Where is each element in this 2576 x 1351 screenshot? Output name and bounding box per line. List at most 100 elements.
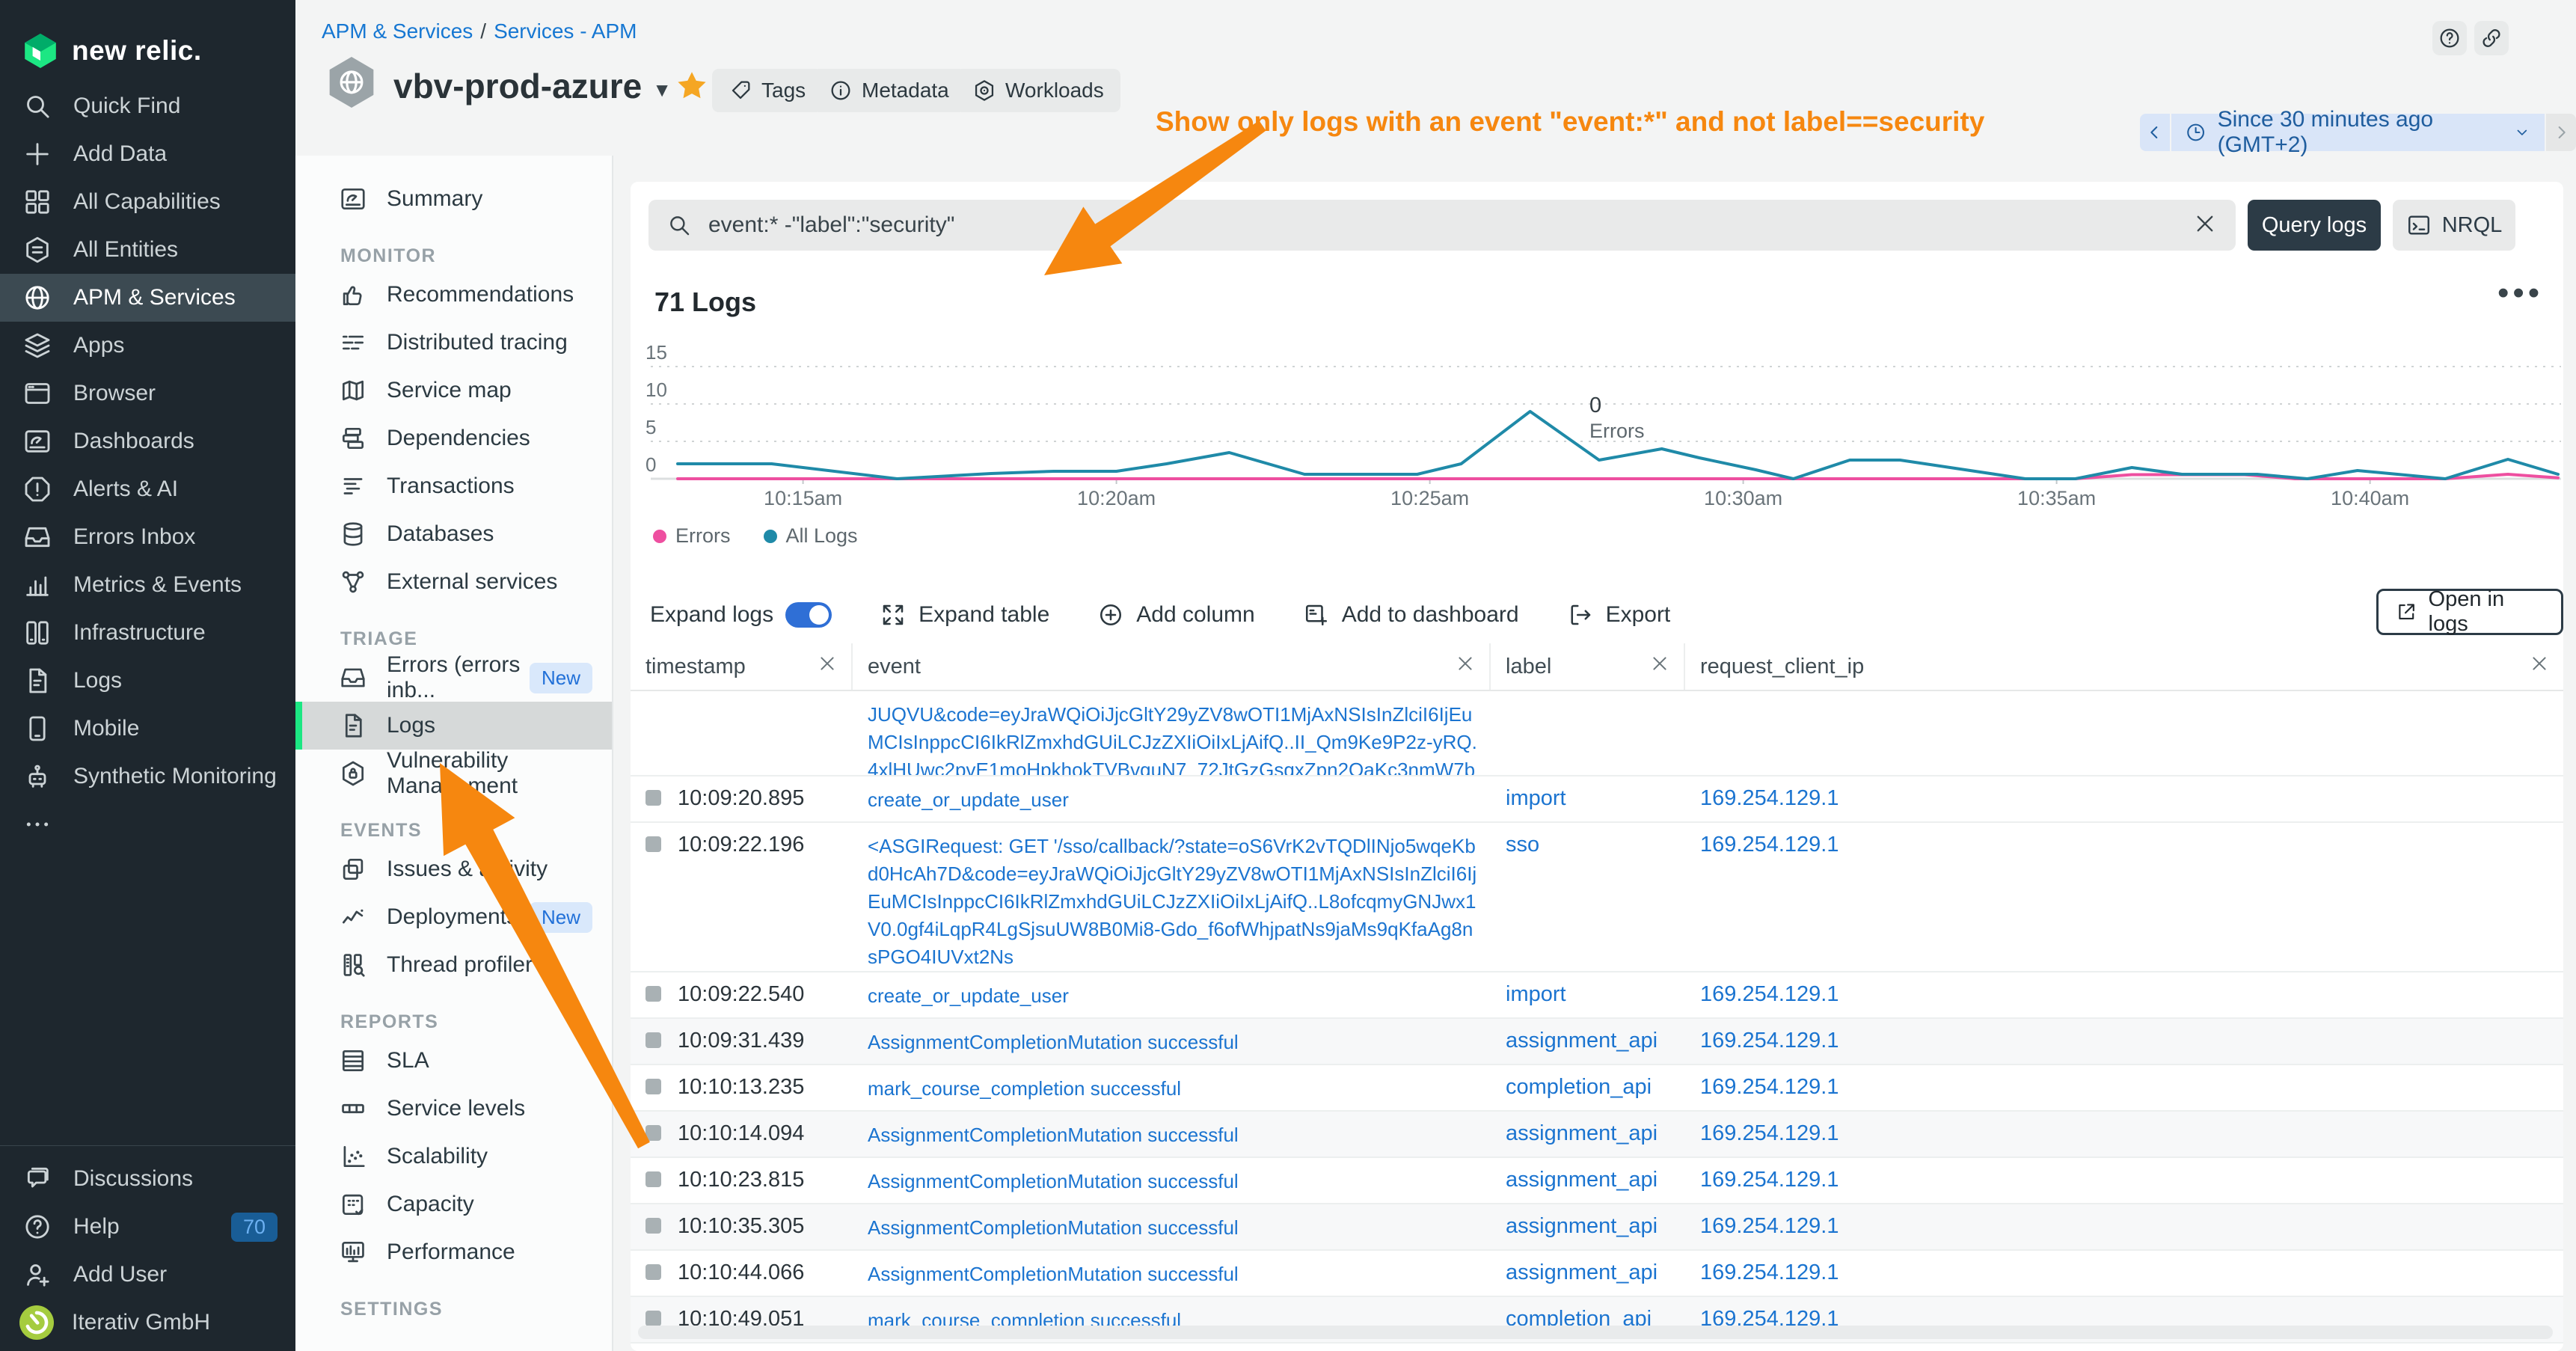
export-button[interactable]: Export: [1567, 601, 1671, 628]
label-link[interactable]: assignment_api: [1506, 1121, 1657, 1145]
sidebar-item-logs[interactable]: Logs: [0, 657, 295, 705]
log-row[interactable]: 10:10:44.066AssignmentCompletionMutation…: [631, 1251, 2563, 1297]
section-menu-ellipsis[interactable]: •••: [2497, 275, 2543, 312]
subnav-item-performance[interactable]: Performance: [295, 1228, 612, 1276]
sidebar-item-all-entities[interactable]: All Entities: [0, 226, 295, 274]
expand-logs-toggle[interactable]: Expand logs: [650, 602, 832, 628]
query-logs-button[interactable]: Query logs: [2248, 200, 2381, 251]
ip-link[interactable]: 169.254.129.1: [1700, 1214, 1839, 1238]
sidebar-item-browser[interactable]: Browser: [0, 370, 295, 417]
tags-button[interactable]: Tags: [712, 69, 822, 112]
label-link[interactable]: import: [1506, 982, 1566, 1006]
event-link[interactable]: AssignmentCompletionMutation successful: [868, 1216, 1239, 1239]
sidebar-item-dashboards[interactable]: Dashboards: [0, 417, 295, 465]
sidebar-footer-add-user[interactable]: Add User: [0, 1251, 295, 1299]
clear-query-button[interactable]: [2192, 211, 2218, 240]
column-header-timestamp[interactable]: timestamp: [631, 643, 853, 690]
sidebar-item-quick-find[interactable]: Quick Find: [0, 82, 295, 130]
toggle-on-icon[interactable]: [785, 602, 832, 628]
label-link[interactable]: import: [1506, 786, 1566, 810]
row-checkbox[interactable]: [645, 1218, 661, 1234]
row-checkbox[interactable]: [645, 1032, 661, 1048]
log-row[interactable]: 10:11:00.311AssignmentCompletionMutation…: [631, 1344, 2563, 1351]
subnav-item-vulnerability-management[interactable]: Vulnerability Management: [295, 750, 612, 797]
horizontal-scrollbar[interactable]: [638, 1326, 2553, 1339]
event-link[interactable]: AssignmentCompletionMutation successful: [868, 1263, 1239, 1285]
log-row[interactable]: JUQVU&code=eyJraWQiOiJjcGltY29yZV8wOTI1M…: [631, 691, 2563, 776]
breadcrumb-apm-services[interactable]: APM & Services: [322, 19, 473, 43]
log-row[interactable]: 10:09:22.196<ASGIRequest: GET '/sso/call…: [631, 823, 2563, 972]
log-row[interactable]: 10:10:13.235mark_course_completion succe…: [631, 1065, 2563, 1112]
workloads-button[interactable]: Workloads: [956, 69, 1120, 112]
event-link[interactable]: <ASGIRequest: GET '/sso/callback/?state=…: [868, 835, 1476, 968]
entity-name[interactable]: vbv-prod-azure: [393, 66, 642, 106]
sidebar-footer-help[interactable]: Help70: [0, 1203, 295, 1251]
favorite-star-icon[interactable]: [675, 69, 709, 103]
subnav-item-distributed-tracing[interactable]: Distributed tracing: [295, 319, 612, 367]
subnav-item-service-map[interactable]: Service map: [295, 367, 612, 414]
entity-chevron-down-icon[interactable]: ▼: [652, 71, 672, 102]
sidebar-item-alerts-ai[interactable]: Alerts & AI: [0, 465, 295, 513]
row-checkbox[interactable]: [645, 986, 661, 1002]
log-row[interactable]: 10:09:22.540create_or_update_userimport1…: [631, 972, 2563, 1019]
column-header-request-client-ip[interactable]: request_client_ip: [1685, 643, 2563, 690]
new-relic-logo[interactable]: new relic.: [0, 0, 295, 82]
log-row[interactable]: 10:10:23.815AssignmentCompletionMutation…: [631, 1158, 2563, 1204]
metadata-button[interactable]: Metadata: [812, 69, 966, 112]
sidebar-item-ellipsis[interactable]: [0, 800, 295, 848]
label-link[interactable]: assignment_api: [1506, 1029, 1657, 1053]
sidebar-item-add-data[interactable]: Add Data: [0, 130, 295, 178]
row-checkbox[interactable]: [645, 1311, 661, 1326]
subnav-item-summary[interactable]: Summary: [295, 175, 612, 223]
row-checkbox[interactable]: [645, 836, 661, 852]
event-link[interactable]: JUQVU&code=eyJraWQiOiJjcGltY29yZV8wOTI1M…: [868, 703, 1477, 776]
ip-link[interactable]: 169.254.129.1: [1700, 1168, 1839, 1192]
sidebar-item-mobile[interactable]: Mobile: [0, 705, 295, 753]
sidebar-item-apps[interactable]: Apps: [0, 322, 295, 370]
ip-link[interactable]: 169.254.129.1: [1700, 833, 1839, 857]
subnav-item-service-levels[interactable]: Service levels: [295, 1085, 612, 1133]
sidebar-item-all-capabilities[interactable]: All Capabilities: [0, 178, 295, 226]
add-to-dashboard-button[interactable]: Add to dashboard: [1303, 601, 1519, 628]
subnav-item-dependencies[interactable]: Dependencies: [295, 414, 612, 462]
breadcrumb-services-apm[interactable]: Services - APM: [494, 19, 637, 43]
nrql-button[interactable]: NRQL: [2393, 200, 2515, 251]
label-link[interactable]: assignment_api: [1506, 1260, 1657, 1284]
subnav-item-capacity[interactable]: Capacity: [295, 1180, 612, 1228]
subnav-item-deployments[interactable]: DeploymentsNew: [295, 893, 612, 941]
sidebar-item-infrastructure[interactable]: Infrastructure: [0, 609, 295, 657]
sidebar-item-synthetic-monitoring[interactable]: Synthetic Monitoring: [0, 753, 295, 800]
sidebar-footer-iterativ-gmbh[interactable]: Iterativ GmbH: [0, 1299, 295, 1347]
ip-link[interactable]: 169.254.129.1: [1700, 786, 1839, 810]
subnav-item-databases[interactable]: Databases: [295, 510, 612, 558]
log-row[interactable]: 10:10:14.094AssignmentCompletionMutation…: [631, 1112, 2563, 1158]
sidebar-footer-discussions[interactable]: Discussions: [0, 1155, 295, 1203]
label-link[interactable]: assignment_api: [1506, 1214, 1657, 1238]
row-checkbox[interactable]: [645, 790, 661, 806]
subnav-item-logs[interactable]: Logs: [295, 702, 612, 750]
legend-all-logs[interactable]: All Logs: [764, 524, 858, 548]
remove-column-button[interactable]: [1455, 653, 1476, 680]
time-back-button[interactable]: [2140, 114, 2171, 151]
log-row[interactable]: 10:10:35.305AssignmentCompletionMutation…: [631, 1204, 2563, 1251]
ip-link[interactable]: 169.254.129.1: [1700, 982, 1839, 1006]
subnav-item-issues-activity[interactable]: Issues & activity: [295, 845, 612, 893]
row-checkbox[interactable]: [645, 1171, 661, 1187]
time-forward-button[interactable]: [2545, 114, 2576, 151]
open-in-logs-button[interactable]: Open in logs: [2376, 589, 2563, 635]
sidebar-item-apm-services[interactable]: APM & Services: [0, 274, 295, 322]
event-link[interactable]: mark_course_completion successful: [868, 1077, 1181, 1100]
row-checkbox[interactable]: [645, 1264, 661, 1280]
expand-table-button[interactable]: Expand table: [880, 601, 1049, 628]
remove-column-button[interactable]: [2529, 653, 2550, 680]
event-link[interactable]: create_or_update_user: [868, 984, 1069, 1007]
ip-link[interactable]: 169.254.129.1: [1700, 1260, 1839, 1284]
label-link[interactable]: sso: [1506, 833, 1539, 857]
permalink-button[interactable]: [2474, 21, 2509, 55]
log-query-input[interactable]: event:* -"label":"security": [648, 200, 2236, 251]
subnav-item-transactions[interactable]: Transactions: [295, 462, 612, 510]
sidebar-item-metrics-events[interactable]: Metrics & Events: [0, 561, 295, 609]
subnav-item-errors-errors-inb[interactable]: Errors (errors inb...New: [295, 654, 612, 702]
ip-link[interactable]: 169.254.129.1: [1700, 1029, 1839, 1053]
subnav-item-thread-profiler[interactable]: Thread profiler: [295, 941, 612, 989]
